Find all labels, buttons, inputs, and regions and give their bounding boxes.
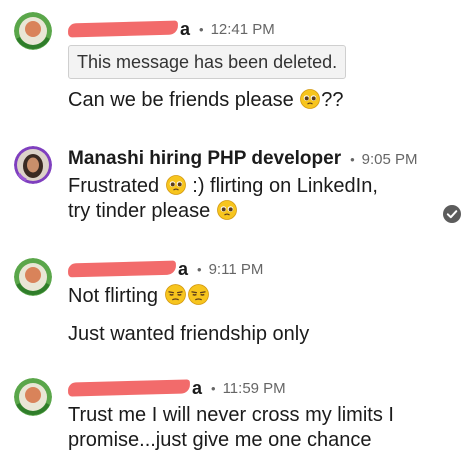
message-header: a • 11:59 PM (67, 375, 286, 401)
message-text-part: :) flirting on LinkedIn, (186, 175, 378, 197)
timestamp: 9:11 PM (208, 260, 264, 278)
message-text-part: Can we be friends please (68, 89, 300, 111)
separator-dot: • (199, 21, 204, 37)
check-circle-icon (443, 205, 461, 223)
separator-dot: • (197, 261, 202, 277)
sender-avatar[interactable] (14, 12, 52, 50)
avatar-image (14, 378, 52, 416)
avatar-image (14, 146, 52, 184)
message-text: Trust me I will never cross my limits I … (68, 403, 394, 453)
message-text: Can we be friends please ?? (68, 88, 344, 113)
message-header: Manashi hiring PHP developer • 9:05 PM (68, 146, 418, 172)
redacted-sender-name (67, 20, 179, 38)
timestamp: 9:05 PM (361, 150, 418, 168)
message-text-part: ?? (321, 89, 344, 111)
pleading-face-emoji (165, 175, 186, 195)
timestamp: 12:41 PM (210, 20, 275, 38)
message-header: a • 12:41 PM (67, 16, 275, 42)
unamused-face-emoji (164, 284, 186, 305)
message-text-part: try tinder please (68, 200, 216, 222)
sender-avatar[interactable] (14, 258, 52, 296)
message-text-part: Not flirting (68, 285, 164, 307)
message-text: Just wanted friendship only (68, 323, 310, 345)
separator-dot: • (350, 151, 355, 167)
message-text-line: promise...just give me one chance (68, 429, 372, 451)
sender-name[interactable]: a (180, 19, 190, 40)
sender-avatar[interactable] (14, 146, 52, 184)
message-text: Not flirting (68, 284, 210, 309)
redacted-sender-name (67, 260, 177, 278)
sender-name[interactable]: Manashi hiring PHP developer (68, 148, 341, 170)
redacted-sender-name (67, 379, 191, 397)
message-text-part: Frustrated (68, 175, 165, 197)
message-text-line: Trust me I will never cross my limits I (68, 404, 394, 426)
sender-name[interactable]: a (178, 259, 188, 280)
timestamp: 11:59 PM (222, 379, 286, 397)
unamused-face-emoji (187, 284, 209, 305)
avatar-image (14, 258, 52, 296)
avatar-image (14, 12, 52, 50)
message-text: Frustrated :) flirting on LinkedIn, try … (68, 174, 378, 224)
deleted-message-notice: This message has been deleted. (68, 45, 347, 79)
sender-avatar[interactable] (14, 378, 52, 416)
separator-dot: • (211, 380, 216, 396)
pleading-face-emoji (300, 89, 321, 109)
chat-thread: a • 12:41 PM This message has been delet… (0, 0, 474, 465)
sender-name[interactable]: a (192, 378, 202, 399)
pleading-face-emoji (216, 200, 237, 220)
message-header: a • 9:11 PM (67, 256, 264, 282)
